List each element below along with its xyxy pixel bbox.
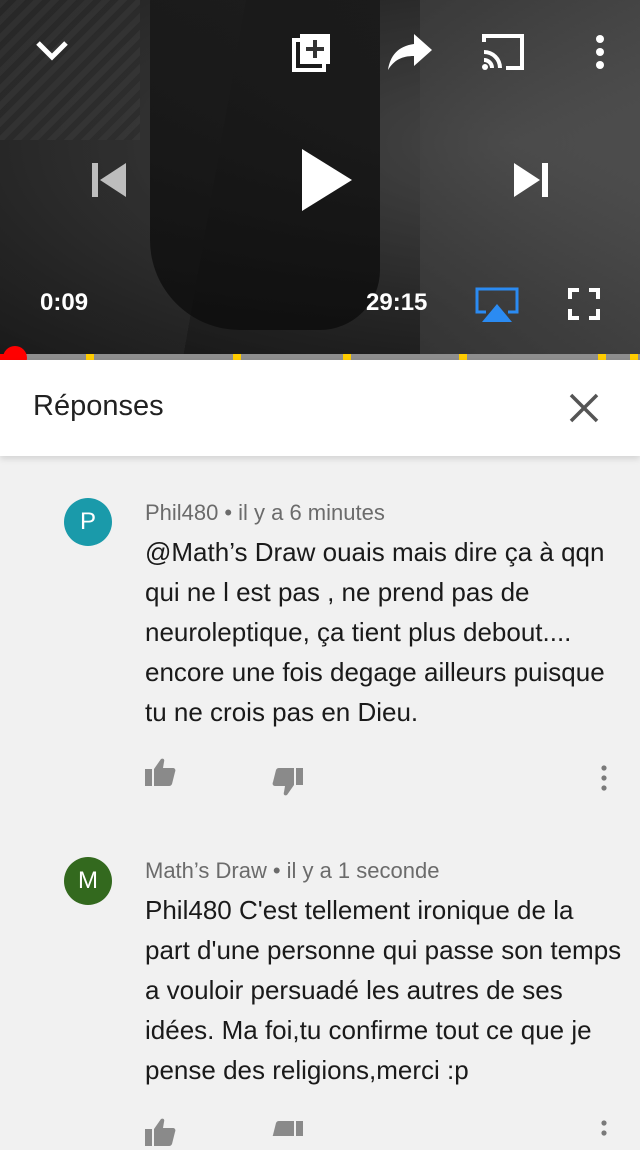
current-time: 0:09 xyxy=(40,289,89,316)
play-icon[interactable] xyxy=(294,140,358,220)
avatar-letter: P xyxy=(79,508,96,535)
dislike-button[interactable] xyxy=(270,1120,306,1136)
add-to-playlist-icon[interactable] xyxy=(288,28,336,76)
duration: 29:15 xyxy=(366,289,428,316)
close-replies-button[interactable] xyxy=(562,384,606,432)
airplay-icon[interactable] xyxy=(472,284,522,326)
chevron-down-icon[interactable] xyxy=(28,28,76,72)
comment-more-icon[interactable] xyxy=(592,762,616,794)
fullscreen-icon[interactable] xyxy=(566,286,602,322)
replies-header: Réponses xyxy=(0,360,640,456)
previous-icon[interactable] xyxy=(84,156,132,204)
meta-separator: • xyxy=(224,500,233,525)
avatar-letter: M xyxy=(78,867,98,894)
video-player[interactable]: 0:09 29:15 xyxy=(0,0,640,358)
comment-author[interactable]: Phil480 xyxy=(145,500,218,525)
next-icon[interactable] xyxy=(508,156,556,204)
like-button[interactable] xyxy=(142,754,178,790)
avatar[interactable]: M xyxy=(64,857,112,905)
avatar[interactable]: P xyxy=(64,498,112,546)
more-vert-icon[interactable] xyxy=(584,30,616,74)
comment-text: Phil480 C'est tellement ironique de la p… xyxy=(145,895,622,1085)
comment-author[interactable]: Math’s Draw xyxy=(145,858,267,883)
comment-time: il y a 1 seconde xyxy=(286,858,440,883)
comment-meta: Math’s Draw • il y a 1 seconde xyxy=(145,858,439,884)
meta-separator: • xyxy=(272,858,281,883)
comment-more-icon[interactable] xyxy=(592,1120,616,1136)
cast-icon[interactable] xyxy=(478,30,528,74)
thumbs-down-icon xyxy=(272,1121,303,1136)
thumbs-up-icon xyxy=(145,758,176,786)
comment-meta: Phil480 • il y a 6 minutes xyxy=(145,500,385,526)
like-button[interactable] xyxy=(142,1114,178,1150)
share-icon[interactable] xyxy=(384,28,436,76)
thumbs-down-icon xyxy=(272,768,303,796)
dislike-button[interactable] xyxy=(270,764,306,800)
comment-text: @Math’s Draw ouais mais dire ça à qqn qu… xyxy=(145,537,605,727)
replies-title: Réponses xyxy=(33,390,164,422)
comment-time: il y a 6 minutes xyxy=(238,500,385,525)
close-icon xyxy=(569,393,599,423)
thumbs-up-icon xyxy=(145,1118,176,1146)
